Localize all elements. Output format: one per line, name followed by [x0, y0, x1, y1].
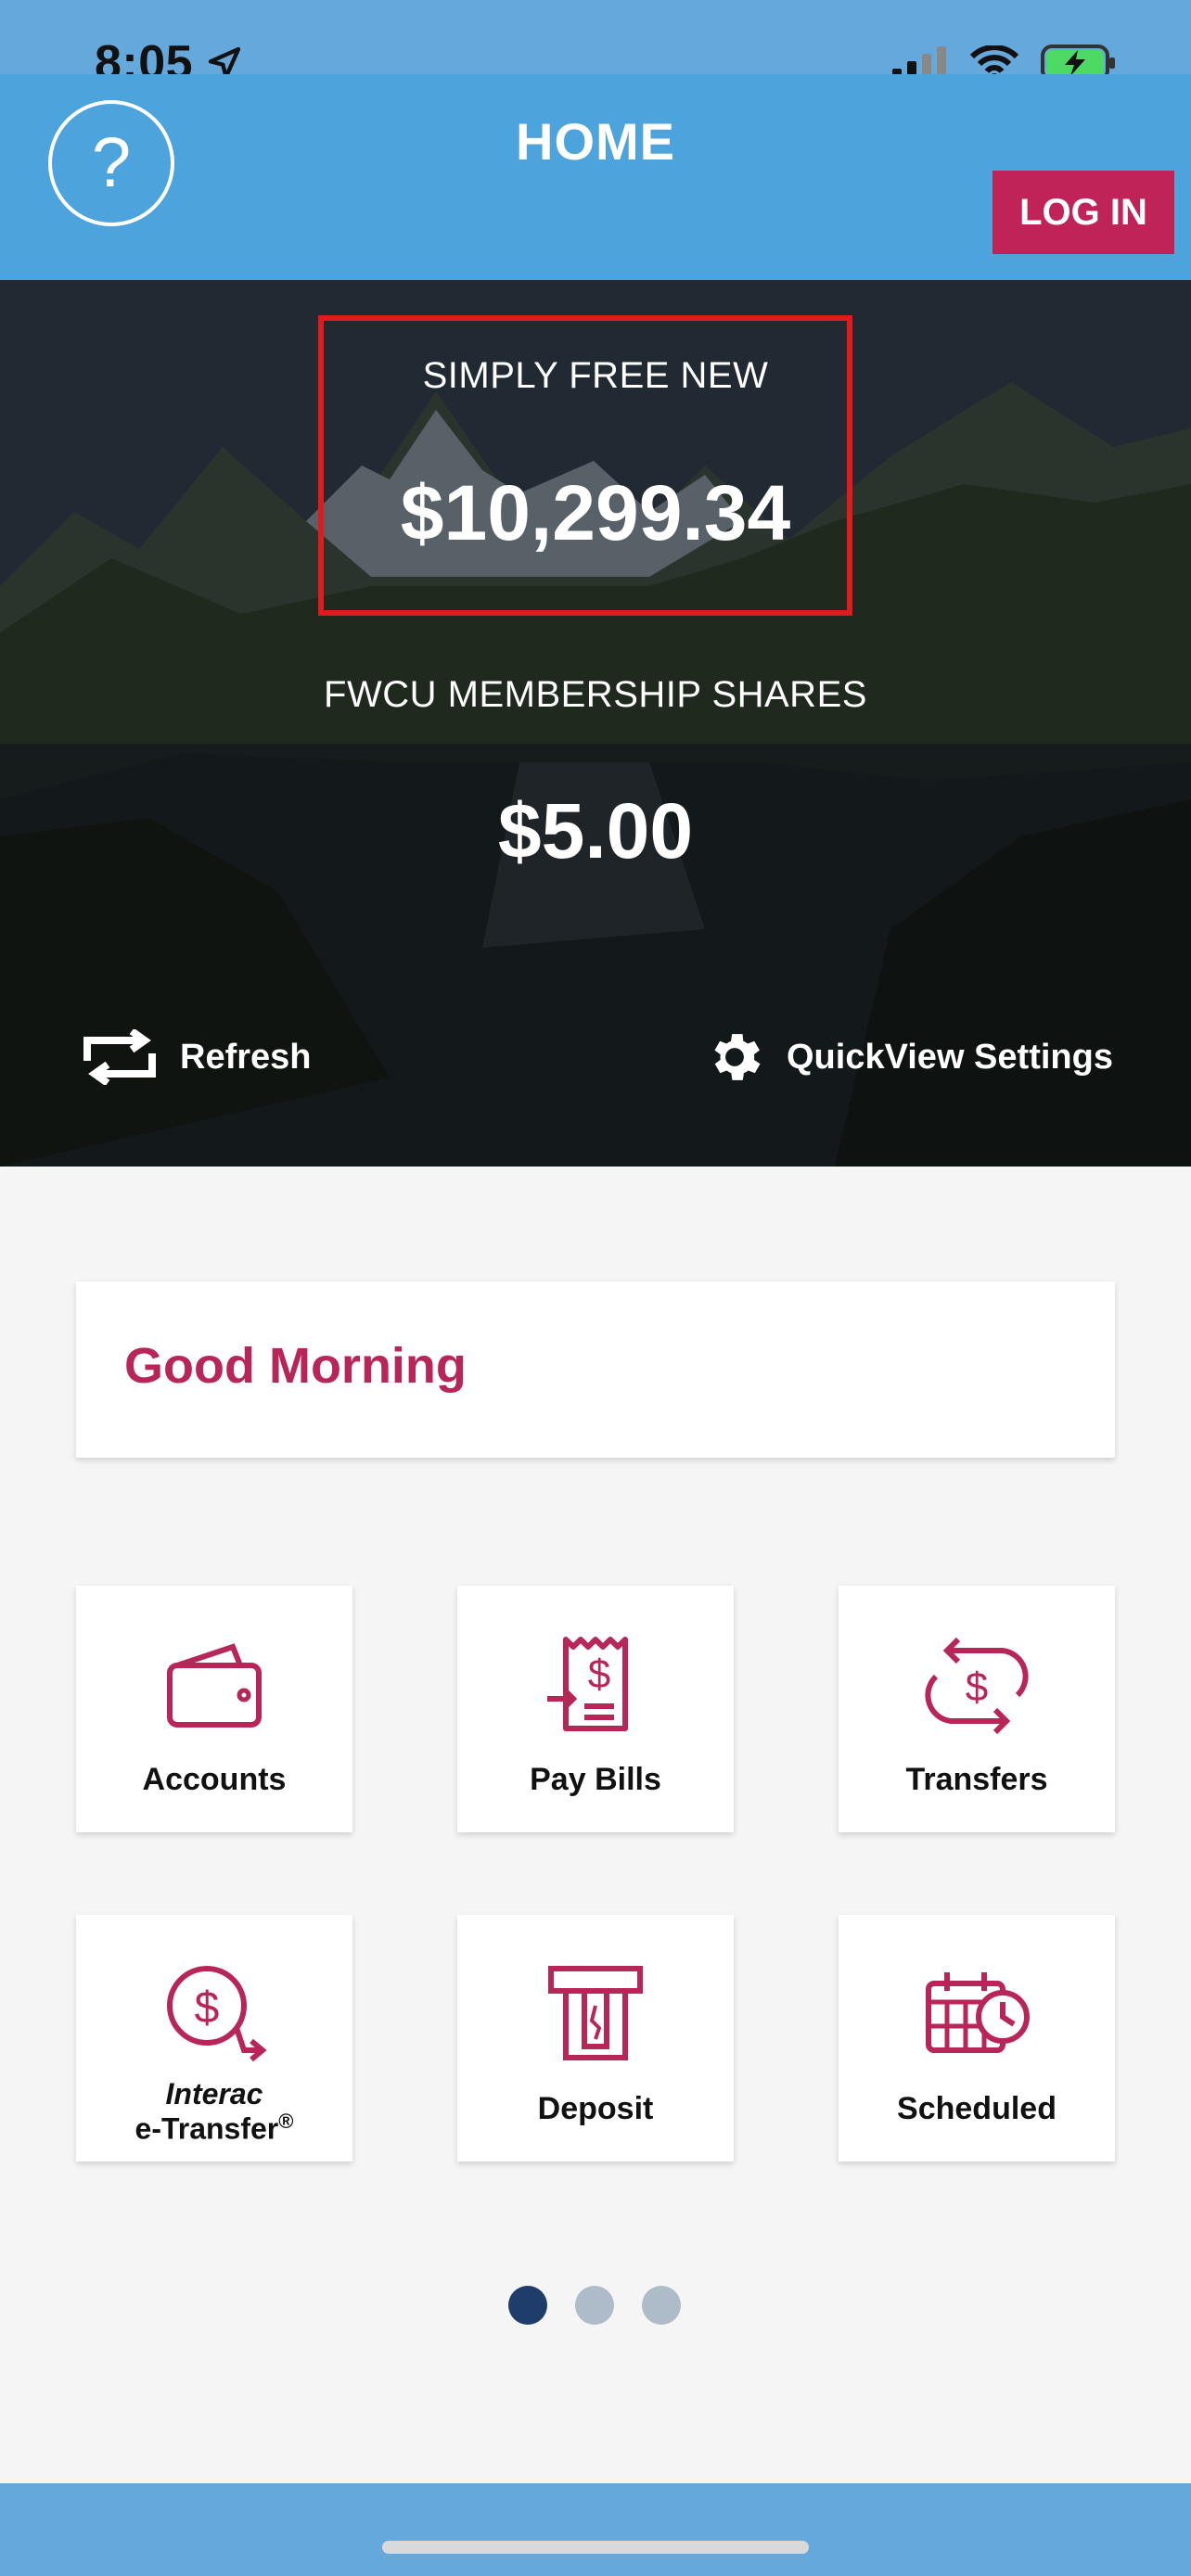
tile-deposit[interactable]: Deposit: [457, 1915, 734, 2162]
tile-interac-etransfer[interactable]: $ Interac e-Transfer®: [76, 1915, 352, 2162]
tile-scheduled[interactable]: Scheduled: [839, 1915, 1115, 2162]
refresh-label: Refresh: [180, 1037, 312, 1077]
tile-label: Accounts: [142, 1762, 287, 1797]
tile-label: Interac e-Transfer®: [76, 2077, 352, 2146]
page-dot-active[interactable]: [508, 2286, 547, 2325]
tile-label: Pay Bills: [530, 1762, 661, 1797]
tile-label: Deposit: [537, 2091, 654, 2126]
refresh-button[interactable]: Refresh: [80, 1029, 312, 1085]
page-dot[interactable]: [642, 2286, 681, 2325]
home-indicator[interactable]: [382, 2541, 809, 2554]
account-name: SIMPLY FREE NEW: [422, 355, 769, 396]
quickview-settings-label: QuickView Settings: [787, 1037, 1113, 1077]
tile-transfers[interactable]: $ Transfers: [839, 1586, 1115, 1832]
account-balance: $5.00: [497, 787, 694, 874]
wallet-icon: [167, 1643, 262, 1728]
quickview-settings-button[interactable]: QuickView Settings: [703, 1026, 1113, 1089]
page-title: HOME: [516, 112, 675, 171]
refresh-icon: [83, 1029, 156, 1085]
deposit-icon: [548, 1966, 643, 2060]
svg-text:$: $: [588, 1651, 610, 1697]
tile-accounts[interactable]: Accounts: [76, 1586, 352, 1832]
svg-text:$: $: [966, 1664, 988, 1710]
tile-label: Scheduled: [897, 2091, 1057, 2126]
bottom-bar: [0, 2483, 1191, 2576]
account-balance: $10,299.34: [400, 469, 791, 556]
page-indicator: [508, 2286, 681, 2325]
greeting-card: Good Morning: [76, 1282, 1115, 1458]
bill-receipt-icon: $: [547, 1637, 628, 1731]
calendar-clock-icon: [926, 1972, 1030, 2053]
page-dot[interactable]: [575, 2286, 614, 2325]
tile-pay-bills[interactable]: $ Pay Bills: [457, 1586, 734, 1832]
gear-icon: [714, 1034, 761, 1080]
home-screen: 8:05 ? HOME LOG IN SIMPLY FREE NEW $10,2…: [0, 0, 1191, 2576]
registered-mark: ®: [278, 2110, 294, 2133]
transfer-dollar-icon: $: [925, 1637, 1029, 1735]
etransfer-label: e-Transfer: [134, 2111, 279, 2146]
account-name: FWCU MEMBERSHIP SHARES: [324, 674, 867, 715]
svg-text:$: $: [195, 1983, 220, 2033]
interac-label: Interac: [165, 2077, 263, 2111]
tile-label: Transfers: [905, 1762, 1048, 1797]
login-button[interactable]: LOG IN: [992, 171, 1174, 254]
etransfer-icon: $: [167, 1966, 267, 2062]
greeting-text: Good Morning: [124, 1338, 467, 1394]
